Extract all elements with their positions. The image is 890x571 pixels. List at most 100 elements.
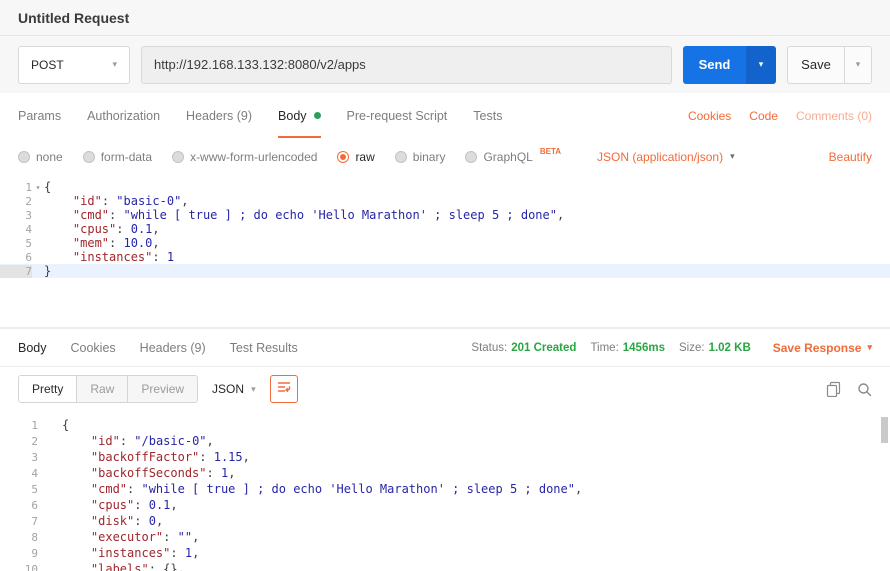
tab-authorization[interactable]: Authorization bbox=[87, 93, 160, 138]
tab-params[interactable]: Params bbox=[18, 93, 61, 138]
save-response-button[interactable]: Save Response ▾ bbox=[773, 341, 872, 355]
copy-icon[interactable] bbox=[826, 381, 841, 397]
chevron-down-icon: ▾ bbox=[251, 385, 256, 394]
content-type-select[interactable]: JSON (application/json) ▾ bbox=[597, 150, 735, 164]
code-line[interactable]: 6 "instances": 1 bbox=[0, 250, 890, 264]
code-line[interactable]: 1{ bbox=[0, 417, 890, 433]
cookies-link[interactable]: Cookies bbox=[688, 109, 731, 123]
code-text: "cmd": "while [ true ] ; do echo 'Hello … bbox=[62, 482, 582, 496]
response-toolbar: Pretty Raw Preview JSON ▾ bbox=[0, 367, 890, 411]
response-tab-body[interactable]: Body bbox=[18, 341, 47, 355]
request-title-bar: Untitled Request bbox=[0, 0, 890, 36]
response-tab-cookies[interactable]: Cookies bbox=[71, 341, 116, 355]
radio-icon bbox=[395, 151, 407, 163]
wrap-text-button[interactable] bbox=[270, 375, 298, 403]
save-options-button[interactable]: ▾ bbox=[844, 46, 872, 84]
code-line[interactable]: 4 "backoffSeconds": 1, bbox=[0, 465, 890, 481]
code-line[interactable]: 3 "backoffFactor": 1.15, bbox=[0, 449, 890, 465]
body-type-x-www-form-urlencoded[interactable]: x-www-form-urlencoded bbox=[172, 150, 317, 164]
code-line[interactable]: 5 "mem": 10.0, bbox=[0, 236, 890, 250]
chevron-down-icon: ▾ bbox=[759, 60, 764, 69]
tab-pre-request-script[interactable]: Pre-request Script bbox=[347, 93, 448, 138]
request-tab-links: Cookies Code Comments (0) bbox=[688, 109, 872, 123]
send-options-button[interactable]: ▾ bbox=[746, 46, 776, 84]
code-text: { bbox=[44, 180, 51, 194]
line-number: 6 bbox=[0, 499, 38, 512]
url-input[interactable] bbox=[141, 46, 672, 84]
code-link[interactable]: Code bbox=[749, 109, 778, 123]
line-number: 5 bbox=[0, 483, 38, 496]
code-line[interactable]: 4 "cpus": 0.1, bbox=[0, 222, 890, 236]
radio-icon bbox=[18, 151, 30, 163]
response-tab-headers[interactable]: Headers (9) bbox=[140, 341, 206, 355]
code-line[interactable]: 1▾{ bbox=[0, 180, 890, 194]
send-button[interactable]: Send bbox=[683, 46, 746, 84]
line-number: 1 bbox=[0, 419, 38, 432]
search-icon[interactable] bbox=[857, 382, 872, 397]
time-meta: Time: 1456ms bbox=[590, 342, 665, 354]
fold-icon[interactable]: ▾ bbox=[32, 183, 44, 192]
http-method-select[interactable]: POST ▾ bbox=[18, 46, 130, 84]
code-text: { bbox=[62, 418, 69, 432]
body-type-form-data[interactable]: form-data bbox=[83, 150, 152, 164]
code-text: "disk": 0, bbox=[62, 514, 163, 528]
code-text: "cpus": 0.1, bbox=[62, 498, 178, 512]
comments-link[interactable]: Comments (0) bbox=[796, 109, 872, 123]
code-line[interactable]: 7 "disk": 0, bbox=[0, 513, 890, 529]
code-line[interactable]: 2 "id": "basic-0", bbox=[0, 194, 890, 208]
body-content-dot bbox=[314, 112, 321, 119]
line-number: 7 bbox=[0, 515, 38, 528]
code-line[interactable]: 5 "cmd": "while [ true ] ; do echo 'Hell… bbox=[0, 481, 890, 497]
send-split-button: Send ▾ bbox=[683, 46, 776, 84]
code-line[interactable]: 2 "id": "/basic-0", bbox=[0, 433, 890, 449]
response-view-switcher: Pretty Raw Preview bbox=[18, 375, 198, 403]
beta-badge: BETA bbox=[540, 147, 561, 156]
code-line[interactable]: 10 "labels": {}, bbox=[0, 561, 890, 571]
response-toolbar-icons bbox=[826, 381, 872, 397]
radio-icon bbox=[83, 151, 95, 163]
code-line[interactable]: 8 "executor": "", bbox=[0, 529, 890, 545]
body-type-binary[interactable]: binary bbox=[395, 150, 446, 164]
status-value: 201 Created bbox=[511, 342, 576, 354]
code-text: "mem": 10.0, bbox=[44, 236, 160, 250]
line-number: 10 bbox=[0, 563, 38, 571]
code-text: "cpus": 0.1, bbox=[44, 222, 160, 236]
view-preview[interactable]: Preview bbox=[127, 376, 197, 402]
response-tab-test-results[interactable]: Test Results bbox=[230, 341, 298, 355]
beautify-link[interactable]: Beautify bbox=[829, 150, 872, 164]
code-line[interactable]: 6 "cpus": 0.1, bbox=[0, 497, 890, 513]
line-number: 7 bbox=[0, 265, 32, 278]
size-value: 1.02 KB bbox=[709, 342, 751, 354]
save-button[interactable]: Save bbox=[787, 46, 844, 84]
view-pretty[interactable]: Pretty bbox=[19, 376, 76, 402]
request-title: Untitled Request bbox=[18, 10, 129, 26]
line-number: 5 bbox=[0, 237, 32, 250]
tab-tests[interactable]: Tests bbox=[473, 93, 502, 138]
send-label: Send bbox=[699, 57, 731, 72]
code-text: "labels": {}, bbox=[62, 562, 185, 571]
request-body-editor[interactable]: 1▾{2 "id": "basic-0",3 "cmd": "while [ t… bbox=[0, 175, 890, 327]
body-type-raw[interactable]: raw bbox=[337, 150, 374, 164]
code-text: "id": "basic-0", bbox=[44, 194, 189, 208]
body-type-none[interactable]: none bbox=[18, 150, 63, 164]
code-text: "instances": 1, bbox=[62, 546, 199, 560]
response-meta: Status: 201 Created Time: 1456ms Size: 1… bbox=[471, 341, 872, 355]
line-number: 1 bbox=[0, 181, 32, 194]
tab-body[interactable]: Body bbox=[278, 93, 321, 138]
request-url-row: POST ▾ Send ▾ Save ▾ bbox=[0, 36, 890, 93]
tab-headers[interactable]: Headers (9) bbox=[186, 93, 252, 138]
view-raw[interactable]: Raw bbox=[76, 376, 127, 402]
vertical-scrollbar[interactable] bbox=[881, 417, 888, 443]
body-type-graphql[interactable]: GraphQL BETA bbox=[465, 150, 561, 164]
code-line[interactable]: 9 "instances": 1, bbox=[0, 545, 890, 561]
code-line[interactable]: 7} bbox=[0, 264, 890, 278]
wrap-text-icon bbox=[277, 380, 291, 399]
response-format-select[interactable]: JSON ▾ bbox=[212, 382, 256, 396]
code-text: } bbox=[44, 264, 51, 278]
code-text: "executor": "", bbox=[62, 530, 199, 544]
save-split-button: Save ▾ bbox=[787, 46, 872, 84]
response-body-editor[interactable]: 1{2 "id": "/basic-0",3 "backoffFactor": … bbox=[0, 417, 890, 571]
radio-icon bbox=[172, 151, 184, 163]
line-number: 3 bbox=[0, 209, 32, 222]
code-line[interactable]: 3 "cmd": "while [ true ] ; do echo 'Hell… bbox=[0, 208, 890, 222]
